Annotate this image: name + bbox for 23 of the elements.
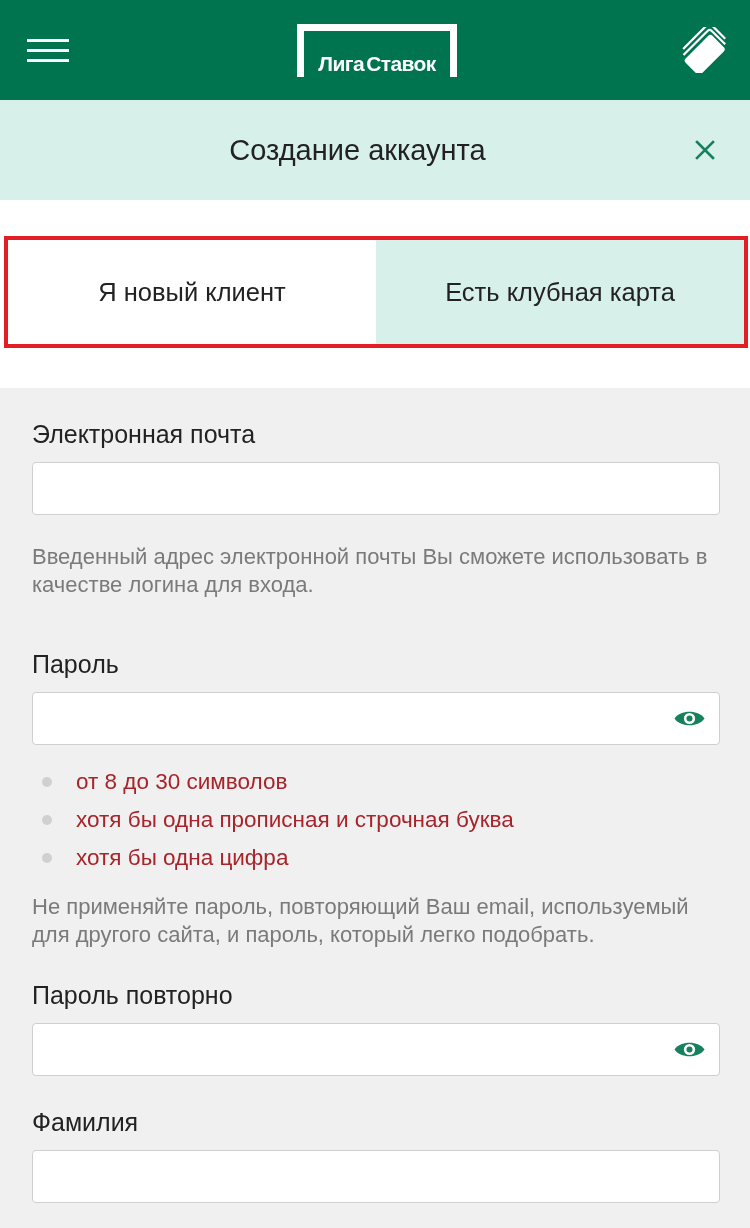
password-field[interactable] bbox=[32, 1023, 720, 1076]
input-field[interactable] bbox=[32, 1150, 720, 1203]
tab[interactable]: Есть клубная карта bbox=[376, 240, 744, 344]
page-title: Создание аккаунта bbox=[229, 133, 486, 167]
bullet-icon bbox=[42, 777, 52, 787]
bullet-icon bbox=[42, 853, 52, 863]
bullet-icon bbox=[42, 815, 52, 825]
hint-text: Не применяйте пароль, повторяющий Ваш email, используемый для другого сайта, и пароль, который легко подобрать. bbox=[32, 893, 690, 949]
eye-icon[interactable] bbox=[674, 709, 705, 728]
field-label: Фамилия bbox=[32, 1108, 140, 1136]
menu-icon[interactable] bbox=[27, 38, 69, 62]
logo[interactable]: Лига Ставок bbox=[297, 23, 457, 77]
requirement-text: хотя бы одна цифра bbox=[76, 845, 289, 871]
eye-icon[interactable] bbox=[674, 1040, 705, 1059]
hint-text: Введенный адрес электронной почты Вы сможете использовать в качестве логина для входа. bbox=[32, 543, 709, 599]
requirement-text: от 8 до 30 символов bbox=[76, 769, 288, 795]
requirement-text: хотя бы одна прописная и строчная буква bbox=[76, 807, 514, 833]
field-label: Электронная почта bbox=[32, 420, 257, 448]
password-field[interactable] bbox=[32, 692, 720, 745]
field-label: Пароль повторно bbox=[32, 981, 234, 1009]
field-label: Пароль bbox=[32, 650, 120, 678]
input-field[interactable] bbox=[32, 462, 720, 515]
close-icon[interactable] bbox=[695, 140, 715, 160]
